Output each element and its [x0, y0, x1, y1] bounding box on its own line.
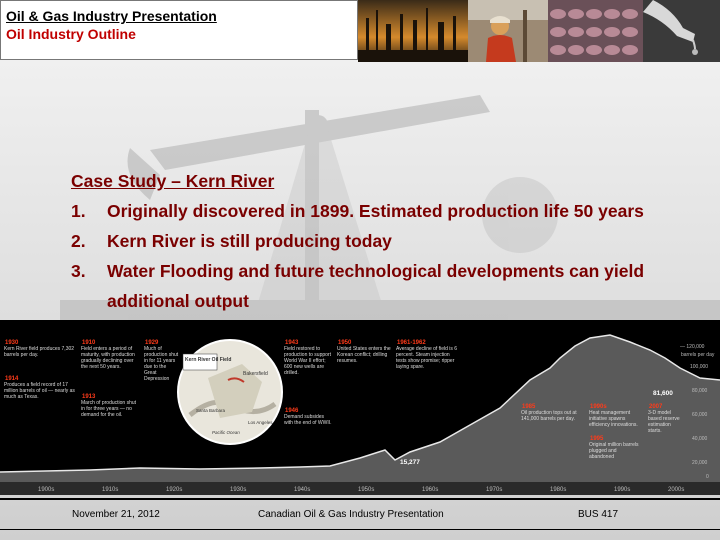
oil-worker-photo: [468, 0, 548, 62]
list-number: 2.: [71, 231, 86, 251]
decade-label: 1930s: [230, 487, 246, 493]
y-axis-tick: 0: [706, 474, 709, 480]
event-text: Demand subsides with the end of WWII.: [284, 414, 332, 426]
y-axis-unit: barrels per day: [681, 352, 715, 358]
decade-label: 1980s: [550, 487, 566, 493]
map-place-label: Santa Barbara: [196, 408, 226, 413]
list-number: 3.: [71, 261, 86, 281]
y-axis-tick: 60,000: [692, 412, 708, 418]
map-place-label: Los Angeles: [248, 420, 273, 425]
kern-river-production-timeline: 1900s 1910s 1920s 1930s 1940s 1950s 1960…: [0, 320, 720, 495]
oil-barrels-photo: [548, 0, 643, 62]
current-production-value: 81,600: [653, 390, 673, 397]
fuel-nozzle-photo: [643, 0, 720, 62]
footer-rule: [0, 498, 720, 500]
map-place-label: Bakersfield: [243, 371, 268, 377]
list-text: Kern River is still producing today: [107, 231, 392, 251]
list-text: Originally discovered in 1899. Estimated…: [107, 201, 644, 221]
header-photo-strip: [358, 0, 720, 62]
footer-rule: [0, 529, 720, 530]
case-study-content: Case Study – Kern River 1. Originally di…: [71, 166, 701, 316]
y-axis-tick: 20,000: [692, 460, 708, 466]
event-text: Kern River field produces 7,302 barrels …: [4, 346, 75, 358]
section-title: Oil Industry Outline: [6, 26, 136, 42]
event-text: Heat management initiative spawns effici…: [589, 410, 638, 428]
decade-label: 1990s: [614, 487, 630, 493]
case-study-heading: Case Study – Kern River: [71, 171, 275, 191]
y-axis-tick: — 120,000: [680, 344, 705, 350]
event-text: Much of production shut in for 11 years …: [144, 346, 179, 382]
timeline-graphic: 1900s 1910s 1920s 1930s 1940s 1950s 1960…: [0, 320, 720, 495]
map-label: Kern River Oil Field: [185, 357, 231, 363]
decade-label: 1920s: [166, 487, 182, 493]
footer-date: November 21, 2012: [72, 509, 160, 520]
event-text: Field restored to production to support …: [284, 346, 331, 376]
list-number: 1.: [71, 201, 86, 221]
list-item: 1. Originally discovered in 1899. Estima…: [71, 196, 701, 226]
event-text: United States enters the Korean conflict…: [337, 346, 391, 364]
y-axis-tick: 40,000: [692, 436, 708, 442]
list-item: 3. Water Flooding and future technologic…: [71, 256, 701, 316]
decade-label: 2000s: [668, 487, 684, 493]
decade-label: 1970s: [486, 487, 502, 493]
decade-label: 1960s: [422, 487, 438, 493]
presentation-title: Oil & Gas Industry Presentation: [6, 8, 217, 24]
title-box: Oil & Gas Industry Presentation Oil Indu…: [0, 0, 358, 60]
event-text: Oil production tops out at 141,000 barre…: [521, 410, 577, 422]
decade-label: 1950s: [358, 487, 374, 493]
slide: Oil & Gas Industry Presentation Oil Indu…: [0, 0, 720, 540]
map-place-label: Pacific Ocean: [212, 430, 240, 435]
footer: November 21, 2012 Canadian Oil & Gas Ind…: [0, 505, 720, 527]
refinery-sunset-photo: [358, 0, 468, 62]
event-text: Produces a field record of 17 million ba…: [4, 382, 75, 400]
list-text: Water Flooding and future technological …: [107, 261, 645, 311]
y-axis-tick: 80,000: [692, 388, 708, 394]
low-production-value: 15,277: [400, 459, 420, 466]
event-text: 3-D model based reserve estimation start…: [648, 410, 680, 434]
event-text: Average decline of field is 6 percent. S…: [396, 346, 458, 370]
event-text: March of production shut in for three ye…: [81, 400, 137, 418]
y-axis-tick: 100,000: [690, 364, 708, 370]
footer-course: BUS 417: [578, 509, 619, 520]
event-text: Field enters a period of maturity, with …: [81, 346, 135, 370]
decade-label: 1910s: [102, 487, 118, 493]
decade-label: 1900s: [38, 487, 54, 493]
footer-organization: Canadian Oil & Gas Industry Presentation: [258, 509, 444, 520]
decade-label: 1940s: [294, 487, 310, 493]
event-text: Original million barrels plugged and aba…: [589, 442, 639, 460]
list-item: 2. Kern River is still producing today: [71, 226, 701, 256]
